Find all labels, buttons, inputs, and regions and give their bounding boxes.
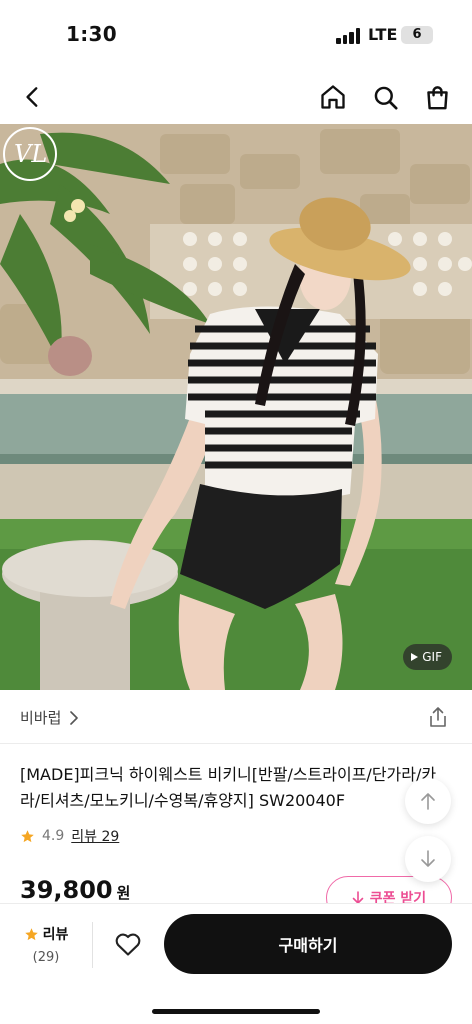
brand-link[interactable]: 비바럽 (20, 707, 79, 728)
back-button[interactable] (18, 82, 48, 112)
gif-badge[interactable]: GIF (403, 644, 452, 670)
brand-row: 비바럽 (0, 690, 472, 744)
review-count: (29) (32, 950, 60, 965)
chevron-left-icon (26, 87, 38, 107)
scroll-up-button[interactable] (405, 778, 451, 824)
review-summary-button[interactable]: 리뷰 (29) (18, 924, 74, 965)
nav-bar (0, 70, 472, 124)
share-icon (430, 707, 446, 727)
search-button[interactable] (370, 82, 400, 112)
product-image[interactable]: VL GIF (0, 124, 472, 690)
battery-icon: 6 (401, 26, 433, 44)
arrow-up-icon (421, 793, 435, 810)
play-icon (411, 653, 419, 661)
review-link[interactable]: 리뷰 29 (71, 826, 119, 846)
status-bar: 1:30 LTE 6 (0, 0, 472, 70)
home-icon (321, 85, 345, 109)
brand-name: 비바럽 (20, 709, 62, 727)
like-button[interactable] (112, 928, 144, 960)
signal-icon (336, 28, 362, 44)
gif-label: GIF (422, 650, 442, 664)
scroll-down-button[interactable] (405, 836, 451, 882)
price: 39,800 (20, 876, 113, 904)
star-icon (24, 927, 38, 940)
review-label: 리뷰 (42, 927, 69, 943)
divider (92, 922, 93, 968)
arrow-down-icon (421, 850, 435, 867)
brand-logo: VL (14, 140, 48, 168)
share-button[interactable] (426, 705, 450, 729)
heart-icon (115, 933, 141, 956)
home-indicator (152, 1009, 320, 1014)
home-button[interactable] (318, 82, 348, 112)
status-time: 1:30 (66, 22, 117, 46)
chevron-right-icon (70, 710, 79, 725)
currency-label: 원 (116, 884, 131, 902)
shopping-bag-icon (426, 85, 448, 109)
rating-score: 4.9 (42, 828, 65, 844)
search-icon (374, 86, 398, 110)
bottom-purchase-bar: 리뷰 (29) 구매하기 (0, 903, 472, 1024)
product-title: [MADE]피크닉 하이웨스트 비키니[반팔/스트라이프/단가라/카라/티셔츠/… (20, 765, 437, 810)
network-type: LTE (368, 25, 398, 44)
product-photo (0, 124, 472, 690)
buy-button[interactable]: 구매하기 (164, 914, 452, 974)
price-row: 39,800 원 (20, 876, 130, 904)
rating-row: 4.9 리뷰 29 (20, 826, 119, 846)
cart-button[interactable] (422, 82, 452, 112)
star-icon (21, 829, 34, 842)
